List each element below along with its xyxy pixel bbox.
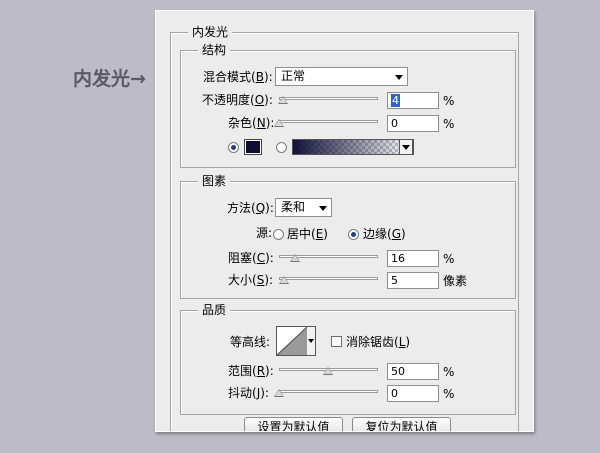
noise-label-text: 杂色 bbox=[228, 116, 253, 130]
noise-value: 0 bbox=[391, 117, 398, 130]
source-label: 源: bbox=[256, 226, 273, 240]
chevron-down-icon bbox=[319, 206, 327, 211]
contour-curve-icon bbox=[277, 327, 307, 355]
reset-default-button[interactable]: 复位为默认值 bbox=[352, 417, 451, 431]
source-edge-radio[interactable] bbox=[348, 229, 359, 240]
jitter-unit: % bbox=[443, 387, 455, 401]
anti-alias-mnemonic: L bbox=[398, 335, 406, 349]
opacity-slider-track[interactable] bbox=[279, 97, 378, 100]
choke-mnemonic: C bbox=[256, 251, 266, 265]
size-value: 5 bbox=[391, 274, 398, 287]
opacity-unit: % bbox=[443, 94, 455, 108]
inner-glow-title: 内发光 bbox=[188, 25, 233, 39]
source-edge-mnemonic: G bbox=[391, 227, 402, 241]
source-center-radio[interactable] bbox=[273, 229, 284, 240]
choke-unit: % bbox=[443, 252, 455, 266]
gradient-preview[interactable] bbox=[292, 139, 414, 155]
glow-color-swatch[interactable] bbox=[244, 139, 262, 155]
technique-label-text: 方法 bbox=[227, 201, 252, 215]
opacity-slider-thumb[interactable] bbox=[278, 96, 288, 104]
annotation-label: 内发光→ bbox=[73, 68, 146, 90]
structure-title: 结构 bbox=[198, 43, 231, 57]
blend-mode-value: 正常 bbox=[281, 69, 306, 83]
source-center-label: 居中(E) bbox=[287, 227, 328, 241]
technique-value: 柔和 bbox=[281, 200, 306, 214]
make-default-button[interactable]: 设置为默认值 bbox=[244, 417, 343, 431]
size-label-text: 大小 bbox=[228, 273, 253, 287]
jitter-label: 抖动(J): bbox=[228, 386, 269, 400]
range-value: 50 bbox=[391, 365, 405, 378]
source-center-text: 居中 bbox=[287, 227, 312, 241]
choke-label: 阻塞(C): bbox=[228, 251, 274, 265]
opacity-value: 4 bbox=[391, 94, 400, 107]
chevron-down-icon bbox=[395, 75, 403, 80]
opacity-input[interactable]: 4 bbox=[387, 92, 439, 109]
source-center-mnemonic: E bbox=[315, 227, 324, 241]
contour-dropdown-icon[interactable] bbox=[307, 326, 316, 356]
jitter-slider-track[interactable] bbox=[279, 390, 378, 393]
size-slider-thumb[interactable] bbox=[279, 276, 289, 284]
noise-mnemonic: N bbox=[256, 116, 266, 130]
noise-unit: % bbox=[443, 117, 455, 131]
opacity-label: 不透明度(O): bbox=[202, 93, 273, 107]
technique-label: 方法(Q): bbox=[227, 201, 274, 215]
anti-alias-checkbox[interactable] bbox=[331, 336, 342, 347]
opacity-mnemonic: O bbox=[254, 93, 265, 107]
choke-label-text: 阻塞 bbox=[228, 251, 253, 265]
blend-mode-select[interactable]: 正常 bbox=[275, 67, 408, 86]
range-mnemonic: R bbox=[256, 364, 266, 378]
blend-mode-label-text: 混合模式 bbox=[203, 70, 252, 84]
jitter-value: 0 bbox=[391, 387, 398, 400]
contour-preview[interactable] bbox=[276, 326, 308, 356]
jitter-input[interactable]: 0 bbox=[387, 385, 439, 402]
inner-glow-panel: 内发光 结构 混合模式(B): 正常 不透明度(O): 4 % 杂色(N): 0… bbox=[155, 10, 534, 432]
noise-label: 杂色(N): bbox=[228, 116, 275, 130]
elements-title: 图素 bbox=[198, 174, 231, 188]
size-input[interactable]: 5 bbox=[387, 272, 439, 289]
choke-input[interactable]: 16 bbox=[387, 250, 439, 267]
choke-value: 16 bbox=[391, 252, 405, 265]
gradient-radio[interactable] bbox=[276, 142, 287, 153]
size-label: 大小(S): bbox=[228, 273, 274, 287]
jitter-label-text: 抖动 bbox=[228, 386, 253, 400]
noise-input[interactable]: 0 bbox=[387, 115, 439, 132]
technique-mnemonic: Q bbox=[255, 201, 266, 215]
anti-alias-label: 消除锯齿(L) bbox=[346, 335, 411, 349]
range-slider-thumb[interactable] bbox=[323, 367, 333, 375]
gradient-dropdown-icon[interactable] bbox=[399, 139, 413, 155]
contour-label: 等高线: bbox=[230, 335, 271, 349]
size-slider-track[interactable] bbox=[279, 277, 378, 280]
opacity-label-text: 不透明度 bbox=[202, 93, 251, 107]
blend-mode-mnemonic: B bbox=[255, 70, 264, 84]
source-edge-text: 边缘 bbox=[363, 227, 388, 241]
anti-alias-text: 消除锯齿 bbox=[346, 335, 395, 349]
technique-select[interactable]: 柔和 bbox=[275, 198, 332, 217]
jitter-slider-thumb[interactable] bbox=[274, 389, 284, 397]
size-mnemonic: S bbox=[256, 273, 265, 287]
quality-title: 品质 bbox=[198, 303, 231, 317]
size-unit: 像素 bbox=[443, 274, 468, 288]
source-edge-label: 边缘(G) bbox=[363, 227, 406, 241]
noise-slider-track[interactable] bbox=[279, 120, 378, 123]
range-unit: % bbox=[443, 365, 455, 379]
range-input[interactable]: 50 bbox=[387, 363, 439, 380]
range-label-text: 范围 bbox=[228, 364, 253, 378]
blend-mode-label: 混合模式(B): bbox=[203, 70, 273, 84]
range-label: 范围(R): bbox=[228, 364, 274, 378]
noise-slider-thumb[interactable] bbox=[274, 119, 284, 127]
choke-slider-thumb[interactable] bbox=[290, 254, 300, 262]
jitter-mnemonic: J bbox=[256, 386, 261, 400]
solid-color-radio[interactable] bbox=[228, 142, 239, 153]
